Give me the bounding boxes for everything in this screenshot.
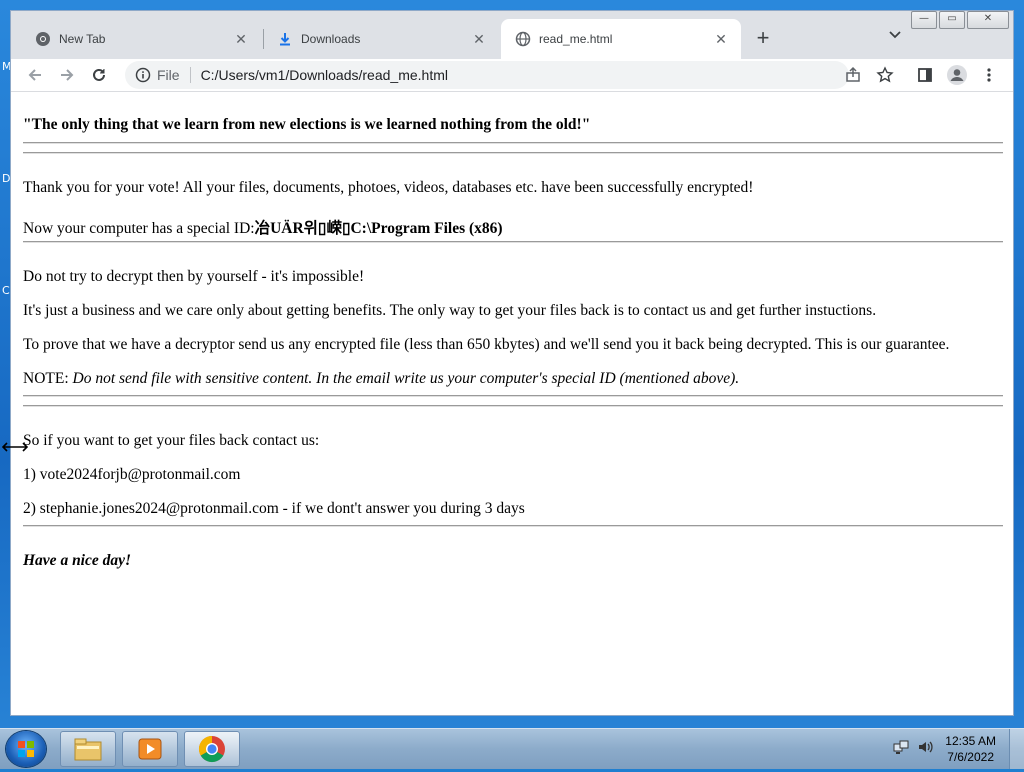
share-button[interactable] [841, 63, 865, 87]
share-icon [846, 66, 860, 82]
taskbar-chrome[interactable] [184, 731, 240, 767]
clock-time: 12:35 AM [945, 734, 996, 748]
tab-title: New Tab [59, 32, 106, 46]
bookmark-button[interactable] [873, 63, 897, 87]
note-label: NOTE: [23, 370, 73, 387]
contact-intro: So if you want to get your files back co… [23, 432, 320, 449]
network-icon[interactable] [893, 739, 909, 760]
note-warning: NOTE: Do not send file with sensitive co… [23, 370, 739, 388]
menu-button[interactable] [977, 63, 1001, 87]
more-vert-icon [987, 68, 991, 82]
url-text[interactable]: C:/Users/vm1/Downloads/read_me.html [201, 67, 448, 83]
profile-button[interactable] [945, 63, 969, 87]
note-heading: "The only thing that we learn from new e… [23, 116, 591, 133]
contact-email-1: 1) vote2024forjb@protonmail.com [23, 466, 241, 483]
close-tab-icon[interactable]: ✕ [233, 31, 249, 47]
chrome-icon [198, 735, 225, 763]
divider [23, 525, 1003, 527]
chrome-icon [35, 31, 51, 47]
contact-email-2: 2) stephanie.jones2024@protonmail.com - … [23, 500, 525, 517]
tab-downloads[interactable]: Downloads ✕ [263, 19, 499, 59]
divider [23, 152, 1003, 154]
star-icon [876, 66, 894, 83]
system-tray: 12:35 AM 7/6/2022 [893, 729, 1024, 769]
avatar-icon [947, 65, 967, 85]
windows-logo-icon [18, 741, 34, 757]
browser-toolbar: File C:/Users/vm1/Downloads/read_me.html [11, 59, 1013, 92]
desktop-icon-fragment: C [2, 284, 10, 297]
tab-new-tab[interactable]: New Tab ✕ [21, 19, 261, 59]
clock-date: 7/6/2022 [947, 750, 994, 764]
download-icon [277, 31, 293, 47]
note-thanks: Thank you for your vote! All your files,… [23, 179, 754, 196]
url-scheme-label: File [157, 67, 191, 83]
special-id-prefix: Now your computer has a special ID: [23, 220, 255, 237]
tab-search-button[interactable] [885, 27, 905, 51]
taskbar-media-player[interactable] [122, 731, 178, 767]
divider [23, 241, 1003, 243]
tab-title: read_me.html [539, 32, 613, 46]
reload-icon [93, 68, 105, 81]
arrow-right-icon [61, 69, 74, 81]
volume-icon[interactable] [917, 739, 935, 760]
tab-read-me[interactable]: read_me.html ✕ [501, 19, 741, 59]
browser-window: — ▭ ✕ New Tab ✕ Downloads ✕ read_me.html… [10, 10, 1014, 716]
resize-cursor-icon [1, 440, 29, 459]
new-tab-button[interactable]: + [751, 27, 775, 51]
globe-icon [515, 31, 531, 47]
note-text: Do not send file with sensitive content.… [72, 370, 740, 387]
media-player-icon [138, 738, 162, 760]
reload-button[interactable] [87, 63, 111, 87]
special-id-value: 冶UÄR위▯嵘▯C:\Program Files (x86) [254, 220, 503, 237]
note-business: It's just a business and we care only ab… [23, 302, 877, 319]
chevron-down-icon [889, 31, 901, 39]
tab-strip: New Tab ✕ Downloads ✕ read_me.html ✕ + [11, 19, 1013, 59]
page-viewport: "The only thing that we learn from new e… [11, 92, 1013, 715]
divider [23, 405, 1003, 407]
clock[interactable]: 12:35 AM 7/6/2022 [945, 733, 996, 765]
side-panel-icon [918, 68, 932, 82]
note-prove: To prove that we have a decryptor send u… [23, 336, 950, 353]
address-bar[interactable]: File C:/Users/vm1/Downloads/read_me.html [125, 61, 849, 89]
back-button[interactable] [23, 63, 47, 87]
side-panel-button[interactable] [913, 63, 937, 87]
close-tab-icon[interactable]: ✕ [713, 31, 729, 47]
taskbar: 12:35 AM 7/6/2022 [0, 728, 1024, 769]
closing-line: Have a nice day! [23, 552, 132, 569]
forward-button[interactable] [55, 63, 79, 87]
file-explorer-icon [74, 738, 102, 761]
start-button[interactable] [6, 731, 46, 767]
divider [23, 395, 1003, 397]
note-no-decrypt: Do not try to decrypt then by yourself -… [23, 268, 365, 285]
note-special-id: Now your computer has a special ID:冶UÄR위… [23, 216, 503, 238]
arrow-left-icon [28, 69, 41, 81]
taskbar-file-explorer[interactable] [60, 731, 116, 767]
show-desktop-button[interactable] [1009, 729, 1024, 769]
info-icon[interactable] [135, 67, 151, 83]
close-tab-icon[interactable]: ✕ [471, 31, 487, 47]
divider [23, 142, 1003, 144]
tab-title: Downloads [301, 32, 361, 46]
